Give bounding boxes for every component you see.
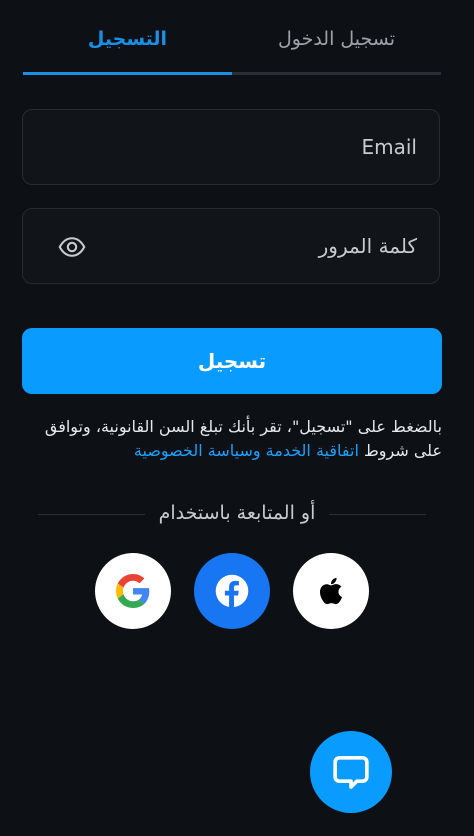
terms-link[interactable]: اتفاقية الخدمة وسياسة الخصوصية [134,441,359,460]
active-tab-indicator [23,72,232,75]
facebook-button[interactable] [194,553,270,629]
chat-button[interactable] [310,731,392,813]
eye-icon[interactable] [57,233,87,261]
apple-icon [319,577,343,605]
auth-tabs: التسجيل تسجيل الدخول [23,0,441,76]
signup-button[interactable]: تسجيل [22,328,442,394]
password-field [22,208,440,284]
email-field [22,109,440,185]
facebook-icon [215,574,249,608]
tab-signup[interactable]: التسجيل [23,28,232,50]
chat-icon [333,756,369,789]
tab-login[interactable]: تسجيل الدخول [232,28,441,50]
divider: أو المتابعة باستخدام [0,502,474,524]
apple-button[interactable] [293,553,369,629]
google-button[interactable] [95,553,171,629]
email-input[interactable] [23,110,439,184]
google-icon [116,574,150,608]
terms-notice: بالضغط على "تسجيل"، تقر بأنك تبلغ السن ا… [22,415,442,463]
divider-label: أو المتابعة باستخدام [144,502,330,524]
